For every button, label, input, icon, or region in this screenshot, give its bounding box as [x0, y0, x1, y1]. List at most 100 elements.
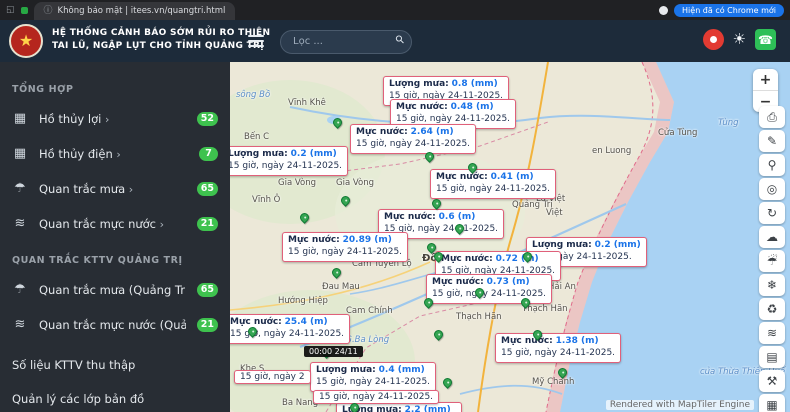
measure-value: 0.41 (m) [491, 172, 534, 182]
refresh-icon: ↻ [767, 206, 777, 220]
sidebar-item-quan-trac-mua[interactable]: ☂ Quan trắc mưa › 65 [0, 171, 230, 206]
refresh-tool-button[interactable]: ↻ [759, 202, 785, 224]
sidebar-item-label: Hồ thủy lợi › [39, 112, 186, 126]
reservoir-icon: ▦ [12, 111, 28, 126]
map-tool-column: ⎙ ✎ ⚲ ◎ ↻ ☁ ☔ ❄ ♻ ≋ ▤ ⚒ ▦ ⊕ [759, 106, 785, 412]
count-badge: 65 [197, 182, 218, 196]
tools-button[interactable]: ⚒ [759, 370, 785, 392]
sidebar-item-ho-thuy-dien[interactable]: ▦ Hồ thủy điện › 7 [0, 136, 230, 171]
map-canvas[interactable]: sông Bồ Vĩnh Khê Bến C Cửa Tùng Tùng en … [230, 62, 790, 412]
measurement-popup[interactable]: Mực nước: 2.64 (m) 15 giờ, ngày 24-11-20… [350, 124, 476, 154]
count-badge: 7 [199, 147, 218, 161]
water-level-layer-button[interactable]: ≋ [759, 322, 785, 344]
measurement-popup-partial[interactable]: 15 giờ, ngày 2 [234, 370, 311, 384]
app-header: ★ HỆ THỐNG CẢNH BÁO SỚM RỦI RO THIÊN TAI… [0, 20, 790, 62]
info-icon[interactable]: ⓘ [44, 7, 53, 16]
contact-icon[interactable]: ☎ [755, 29, 776, 50]
measure-label: Mực nước: [441, 254, 493, 264]
map-label: Gia Vòng [278, 178, 316, 188]
map-label: Cửa Tùng [658, 128, 697, 138]
measure-label: Mực nước: [396, 102, 448, 112]
map-label: Vĩnh Khê [288, 98, 326, 108]
snow-layer-button[interactable]: ❄ [759, 274, 785, 296]
app-title-line2: TAI LŨ, NGẬP LỤT CHO TỈNH QUẢNG TRỊ [52, 40, 270, 53]
rain-layer-button[interactable]: ☔ [759, 250, 785, 272]
recycle-layer-button[interactable]: ♻ [759, 298, 785, 320]
measure-value: 0.2 (mm) [291, 149, 337, 159]
app-title-line1: HỆ THỐNG CẢNH BÁO SỚM RỦI RO THIÊN [52, 27, 270, 40]
tab-title: Không bảo mật | itees.vn/quangtri.html [58, 6, 226, 16]
sidebar-item-ho-thuy-loi[interactable]: ▦ Hồ thủy lợi › 52 [0, 101, 230, 136]
chevron-right-icon: › [116, 148, 120, 161]
measure-value: 2.64 (m) [411, 127, 454, 137]
search-input[interactable] [280, 30, 412, 54]
measure-label: Lượng mưa: [230, 149, 288, 159]
chart-button[interactable]: ▦ [759, 394, 785, 412]
sidebar-section-tong-hop: TỔNG HỢP [0, 76, 230, 101]
menu-toggle-button[interactable] [248, 35, 264, 50]
sidebar-item-label: Quan trắc mực nước › [39, 217, 186, 231]
measurement-popup[interactable]: Mực nước: 20.89 (m) 15 giờ, ngày 24-11-2… [282, 232, 408, 262]
map-label: Cam Chính [346, 306, 393, 316]
magnifier-icon: ⚲ [768, 158, 777, 172]
waves-icon: ≋ [767, 326, 777, 340]
browser-chrome-bar: ◱ ⓘ Không bảo mật | itees.vn/quangtri.ht… [0, 0, 790, 20]
measure-label: Lượng mưa: [532, 240, 592, 250]
alert-icon[interactable] [703, 29, 724, 50]
chart-icon: ▦ [766, 398, 777, 412]
sidebar-link-so-lieu-kttv[interactable]: Số liệu KTTV thu thập [0, 348, 230, 382]
sidebar-item-label: Quan trắc mực nước (Quảng Trị) › [39, 318, 186, 332]
header-actions: ☀ ☎ [703, 29, 776, 50]
theme-sun-icon[interactable]: ☀ [733, 32, 746, 47]
map-label: Gia Vòng [336, 178, 374, 188]
map-label: Thạch Hãn [456, 312, 502, 322]
measure-value: 0.6 (m) [439, 212, 476, 222]
window-controls-icon[interactable]: ◱ [6, 5, 15, 15]
sidebar-item-label: Hồ thủy điện › [39, 147, 188, 161]
browser-tab[interactable]: ⓘ Không bảo mật | itees.vn/quangtri.html [34, 2, 236, 20]
app-logo: ★ [9, 24, 43, 58]
map-label: Hải An [548, 282, 576, 292]
measure-value: 25.4 (m) [285, 317, 328, 327]
search-box: ⚲ [280, 29, 412, 53]
measurement-popup[interactable]: Lượng mưa: 0.4 (mm) 15 giờ, ngày 24-11-2… [310, 362, 436, 392]
measurement-popup-partial[interactable]: 15 giờ, ngày 24-11-2025. [313, 390, 439, 404]
chevron-right-icon: › [129, 183, 133, 196]
sidebar-item-label: Quan trắc mưa (Quảng Trị) › [39, 283, 186, 297]
target-icon: ◎ [767, 182, 777, 196]
measure-label: Mực nước: [501, 336, 553, 346]
draw-tool-button[interactable]: ✎ [759, 130, 785, 152]
sidebar-item-quan-trac-muc-nuoc-quang-tri[interactable]: ≋ Quan trắc mực nước (Quảng Trị) › 21 [0, 307, 230, 342]
browser-profile-avatar[interactable] [659, 6, 668, 15]
measure-label: Mực nước: [288, 235, 340, 245]
measure-value: 2.2 (mm) [405, 405, 451, 412]
measurement-popup[interactable]: Mực nước: 1.38 (m) 15 giờ, ngày 24-11-20… [495, 333, 621, 363]
magnify-tool-button[interactable]: ⚲ [759, 154, 785, 176]
map-label: Mỹ Chanh [532, 377, 574, 387]
hydropower-icon: ▦ [12, 146, 28, 161]
measure-label: Mực nước: [384, 212, 436, 222]
sidebar-section-kttv: QUAN TRẮC KTTV QUẢNG TRỊ [0, 247, 230, 272]
measurement-popup[interactable]: Mực nước: 0.73 (m) 15 giờ, ngày 24-11-20… [426, 274, 552, 304]
measure-time: 15 giờ, ngày 24-11-2025. [436, 184, 550, 196]
sidebar-item-quan-trac-muc-nuoc[interactable]: ≋ Quan trắc mực nước › 21 [0, 206, 230, 241]
measure-value: 1.38 (m) [556, 336, 599, 346]
print-tool-button[interactable]: ⎙ [759, 106, 785, 128]
sidebar-item-quan-trac-mua-quang-tri[interactable]: ☂ Quan trắc mưa (Quảng Trị) › 65 [0, 272, 230, 307]
cloud-layer-button[interactable]: ☁ [759, 226, 785, 248]
chrome-update-button[interactable]: Hiện đã có Chrome mới [674, 4, 784, 17]
rain-icon: ☔ [767, 254, 778, 268]
sidebar-link-quan-ly-lop-ban-do[interactable]: Quản lý các lớp bản đồ [0, 382, 230, 412]
map-label: en Luong [592, 146, 631, 156]
measurement-popup[interactable]: Lượng mưa: 0.2 (mm) 15 giờ, ngày 24-11-2… [230, 146, 348, 176]
star-icon: ★ [19, 33, 33, 49]
rain-gauge-icon: ☂ [12, 181, 28, 196]
count-badge: 21 [197, 318, 218, 332]
measure-value: 0.8 (mm) [452, 79, 498, 89]
tools-icon: ⚒ [767, 374, 778, 388]
measure-label: Mực nước: [432, 277, 484, 287]
measurement-popup[interactable]: Mực nước: 0.41 (m) 15 giờ, ngày 24-11-20… [430, 169, 556, 199]
zoom-in-button[interactable]: + [753, 69, 778, 90]
locate-tool-button[interactable]: ◎ [759, 178, 785, 200]
layers-button[interactable]: ▤ [759, 346, 785, 368]
